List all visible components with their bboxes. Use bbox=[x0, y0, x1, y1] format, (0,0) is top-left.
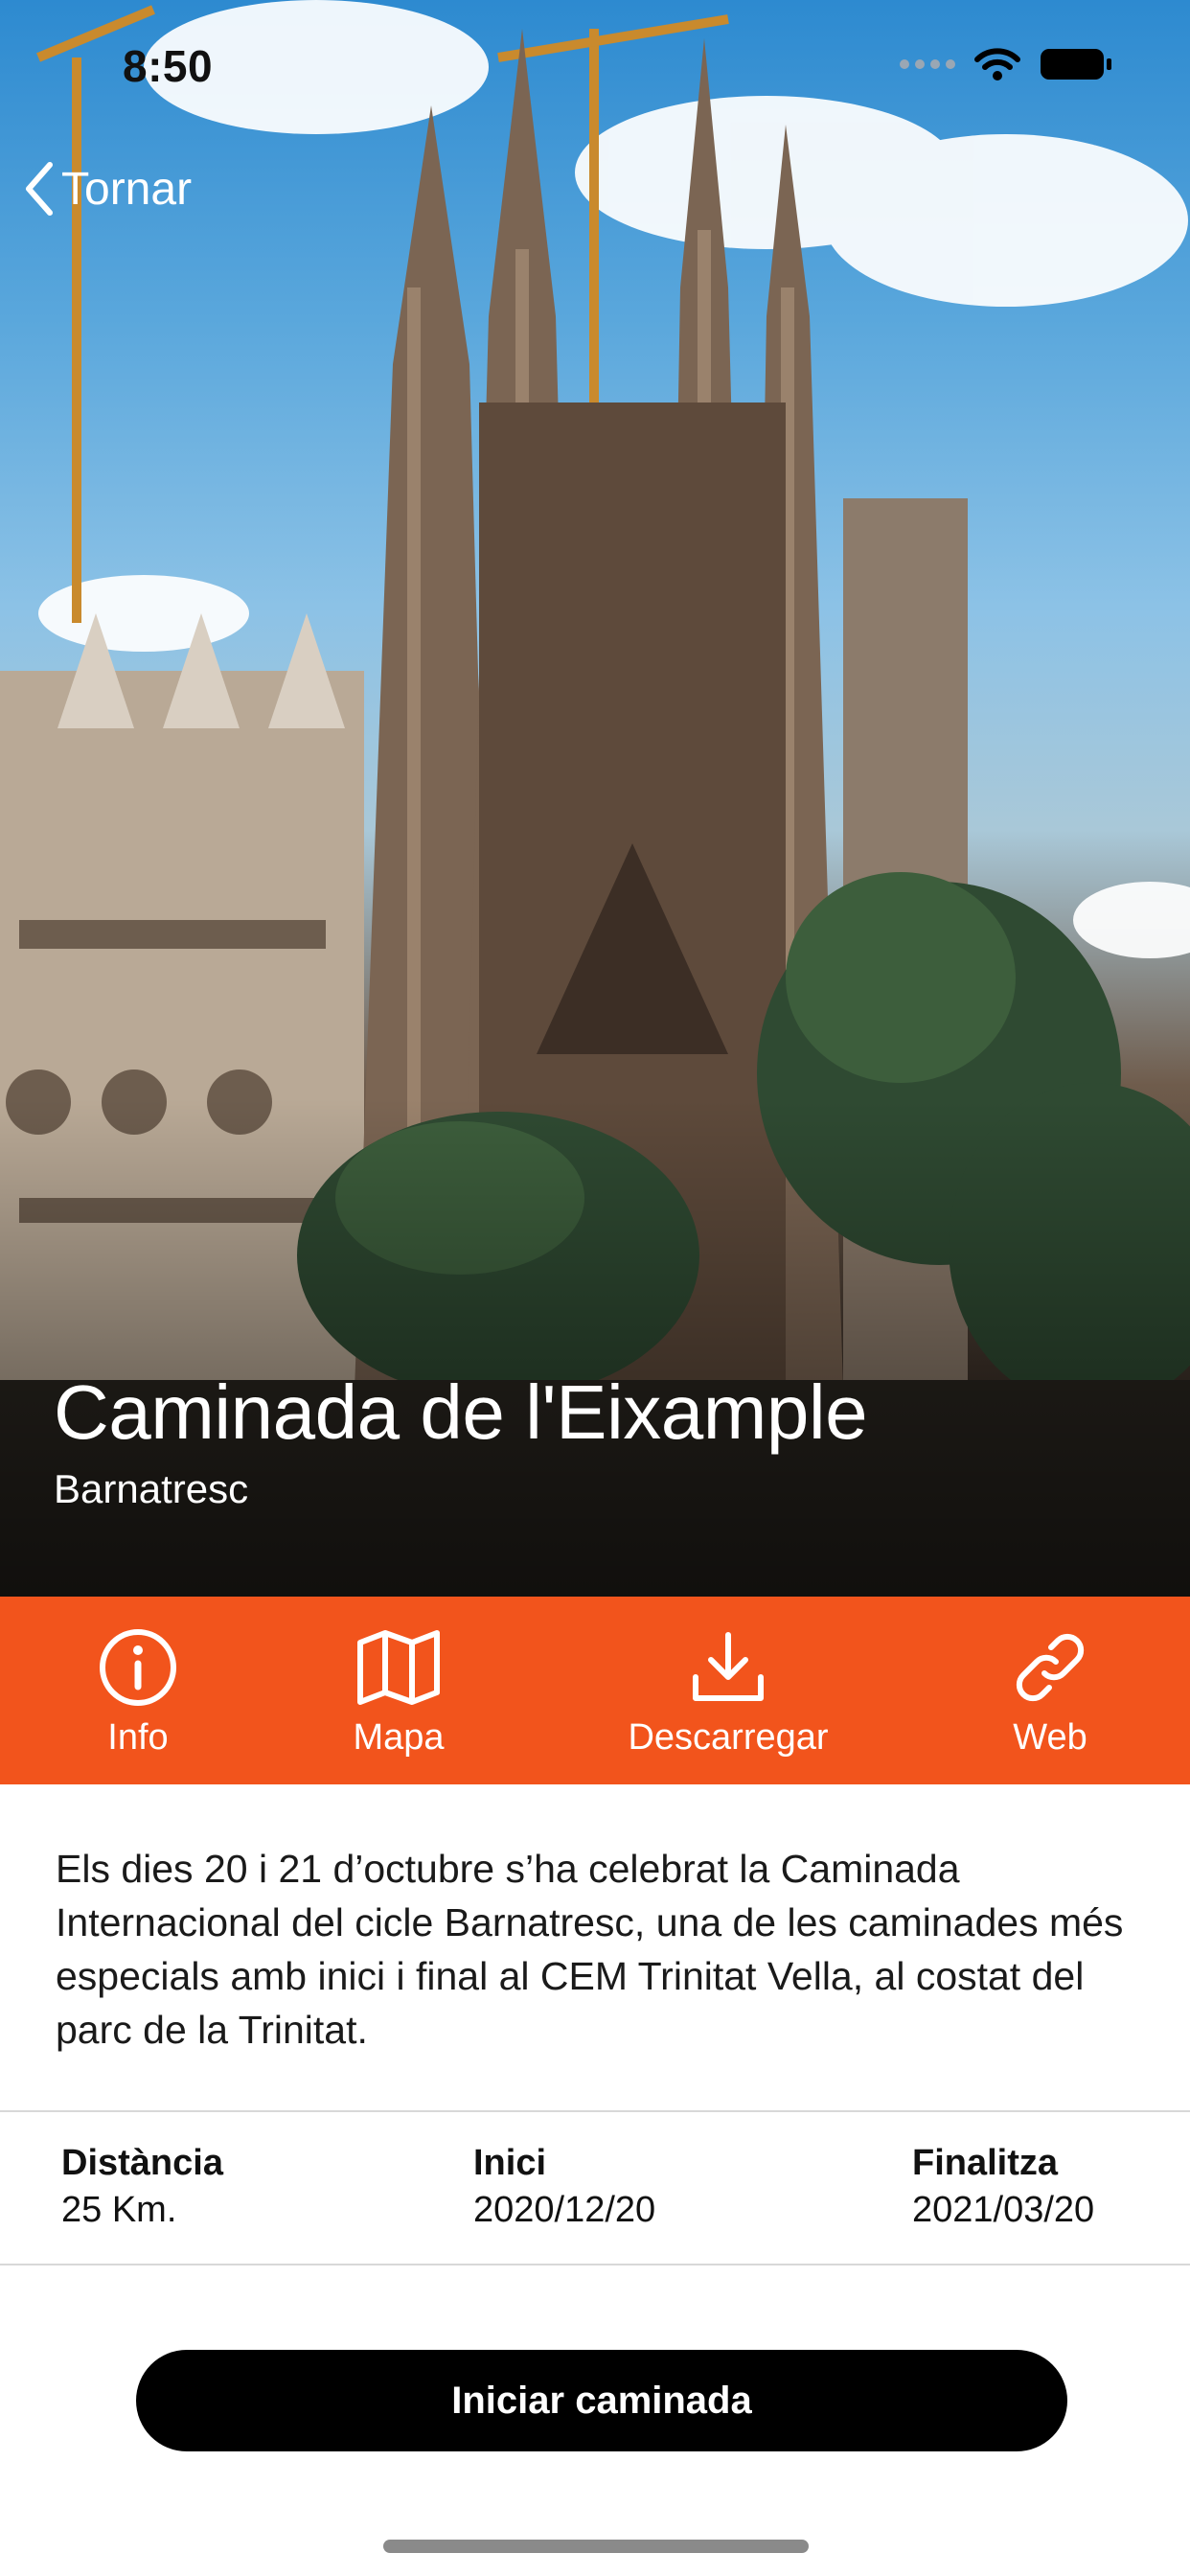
signal-icon bbox=[900, 59, 955, 69]
home-indicator[interactable] bbox=[383, 2540, 809, 2553]
link-icon bbox=[1016, 1633, 1085, 1702]
stat-start: Inici 2020/12/20 bbox=[473, 2143, 655, 2231]
stat-distance-label: Distància bbox=[61, 2143, 223, 2183]
back-label: Tornar bbox=[61, 163, 193, 215]
stat-end-label: Finalitza bbox=[912, 2143, 1059, 2183]
map-button[interactable]: Mapa bbox=[322, 1597, 475, 1784]
page-subtitle: Barnatresc bbox=[54, 1466, 249, 1511]
map-label: Mapa bbox=[353, 1717, 445, 1758]
info-button[interactable]: Info bbox=[61, 1597, 215, 1784]
back-button[interactable]: Tornar bbox=[23, 161, 192, 217]
page-title: Caminada de l'Eixample bbox=[54, 1369, 868, 1455]
stat-start-value: 2020/12/20 bbox=[473, 2190, 656, 2230]
stat-end: Finalitza 2021/03/20 bbox=[912, 2143, 1094, 2231]
download-button[interactable]: Descarregar bbox=[594, 1597, 862, 1784]
info-icon bbox=[100, 1629, 176, 1706]
description-text: Els dies 20 i 21 d’octubre s’ha celebrat… bbox=[56, 1847, 1124, 2052]
wifi-icon bbox=[974, 48, 1020, 80]
download-label: Descarregar bbox=[628, 1717, 829, 1758]
divider-top bbox=[0, 2110, 1190, 2112]
stat-distance: Distància 25 Km. bbox=[61, 2143, 223, 2231]
info-label: Info bbox=[107, 1717, 169, 1758]
battery-icon bbox=[1041, 49, 1111, 80]
map-icon bbox=[357, 1630, 440, 1705]
status-icons bbox=[899, 46, 1113, 82]
download-icon bbox=[693, 1632, 764, 1701]
stat-end-value: 2021/03/20 bbox=[912, 2190, 1095, 2230]
chevron-left-icon bbox=[26, 162, 53, 216]
status-time: 8:50 bbox=[123, 41, 214, 91]
stat-start-label: Inici bbox=[473, 2143, 547, 2183]
stat-distance-value: 25 Km. bbox=[61, 2190, 177, 2230]
web-button[interactable]: Web bbox=[973, 1597, 1127, 1784]
start-walk-button[interactable]: Iniciar caminada bbox=[136, 2350, 1067, 2451]
web-label: Web bbox=[1013, 1717, 1087, 1758]
action-bar: Info Mapa Descarregar Web bbox=[0, 1597, 1190, 1784]
divider-bottom bbox=[0, 2264, 1190, 2266]
hero-image bbox=[0, 0, 1190, 1597]
